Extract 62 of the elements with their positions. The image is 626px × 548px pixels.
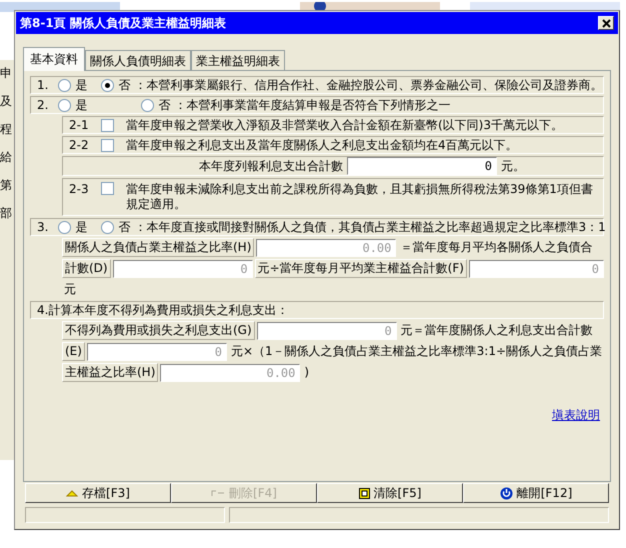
tab[interactable]: 基本資料: [23, 47, 85, 71]
formula-text: 元×（1－關係人之負債占業主權益之比率標準3:1÷關係人之負債占業: [230, 344, 604, 359]
line-icon: [211, 489, 226, 497]
item-number: 2-2: [69, 138, 90, 152]
side-menu-text: 部: [0, 206, 13, 220]
question-text: ：本營利事業當年度結算申報是否符合下列情形之一: [174, 98, 452, 112]
square-icon: [358, 488, 370, 498]
amount-label: 本年度列報利息支出合計數: [199, 158, 343, 174]
formula-text: ＝當年度每月平均各關係人之負債合: [399, 240, 594, 255]
field-label: (E): [62, 342, 85, 361]
section-heading: 4.計算本年度不得列為費用或損失之利息支出：: [37, 302, 288, 318]
close-icon: [602, 18, 610, 28]
unit-text: 元。: [501, 158, 525, 174]
triangle-icon: [66, 489, 78, 497]
side-menu-text: 程: [0, 122, 13, 136]
condition-text: 當年度申報之營業收入淨額及非營業收入合計金額在新臺幣(以下同)3千萬元以下。: [126, 118, 563, 132]
side-menu-text: 及: [0, 94, 13, 108]
radio-button[interactable]: [101, 78, 114, 92]
section-number: 1.: [37, 78, 48, 92]
side-menu-text: 申: [0, 66, 13, 80]
checkbox[interactable]: [101, 118, 114, 132]
radio-button[interactable]: [141, 98, 154, 112]
radio-label: 是: [75, 78, 88, 92]
formula-text: 元: [63, 282, 77, 297]
toolbar-button[interactable]: 清除[F5]: [317, 483, 463, 503]
question-text: ：本營利事業屬銀行、信用合作社、金融控股公司、票券金融公司、保險公司及證券商。: [134, 78, 604, 92]
side-menu-text: 第: [0, 178, 13, 192]
checkbox[interactable]: [101, 182, 114, 195]
toolbar-button[interactable]: 離開[F12]: [463, 483, 609, 503]
field-label: 計數(D): [62, 259, 111, 278]
formula-text: 元＝當年度關係人之利息支出合計數: [400, 323, 594, 338]
radio-label: 否: [158, 98, 170, 112]
toolbar-button[interactable]: 存檔[F3]: [25, 483, 171, 503]
window-title: 第8-1頁 關係人負債及業主權益明細表: [20, 16, 226, 30]
side-menu-text: 給: [0, 150, 13, 164]
tab[interactable]: 業主權益明細表: [191, 50, 285, 71]
field-label: 關係人之負債占業主權益之比率(H): [62, 238, 254, 257]
radio-label: 否: [118, 220, 130, 234]
tab[interactable]: 關係人負債明細表: [85, 50, 191, 71]
section-number: 3.: [37, 220, 48, 234]
field-label: 元÷當年度每月平均業主權益合計數(F): [254, 259, 467, 278]
power-icon: [500, 486, 513, 500]
radio-label: 是: [75, 220, 88, 234]
section-number: 2.: [37, 98, 48, 112]
radio-label: 否: [118, 78, 130, 92]
item-number: 2-1: [69, 118, 90, 132]
question-text: ：本年度直接或間接對關係人之負債，其負債占業主權益之比率超過規定之比率標準3：1: [134, 220, 607, 234]
close-button[interactable]: [598, 16, 614, 30]
input-field[interactable]: 0: [347, 157, 497, 175]
item-number: 2-3: [69, 182, 90, 197]
radio-button[interactable]: [101, 220, 114, 234]
condition-text: 當年度申報之利息支出及當年度關係人之利息支出金額均在4百萬元以下。: [126, 138, 518, 152]
field-label: 主權益之比率(H): [62, 363, 158, 382]
radio-button[interactable]: [58, 98, 72, 112]
radio-button[interactable]: [58, 78, 72, 92]
field-label: 不得列為費用或損失之利息支出(G): [62, 321, 255, 340]
radio-label: 是: [75, 98, 88, 112]
condition-text: 當年度申報未減除利息支出前之課稅所得為負數，且其虧損無所得稅法第39條第1項但書規定適用。: [126, 182, 594, 212]
checkbox[interactable]: [101, 138, 114, 152]
help-link[interactable]: 塡表說明: [552, 408, 600, 423]
formula-text: ): [303, 365, 310, 380]
radio-button[interactable]: [58, 220, 72, 234]
